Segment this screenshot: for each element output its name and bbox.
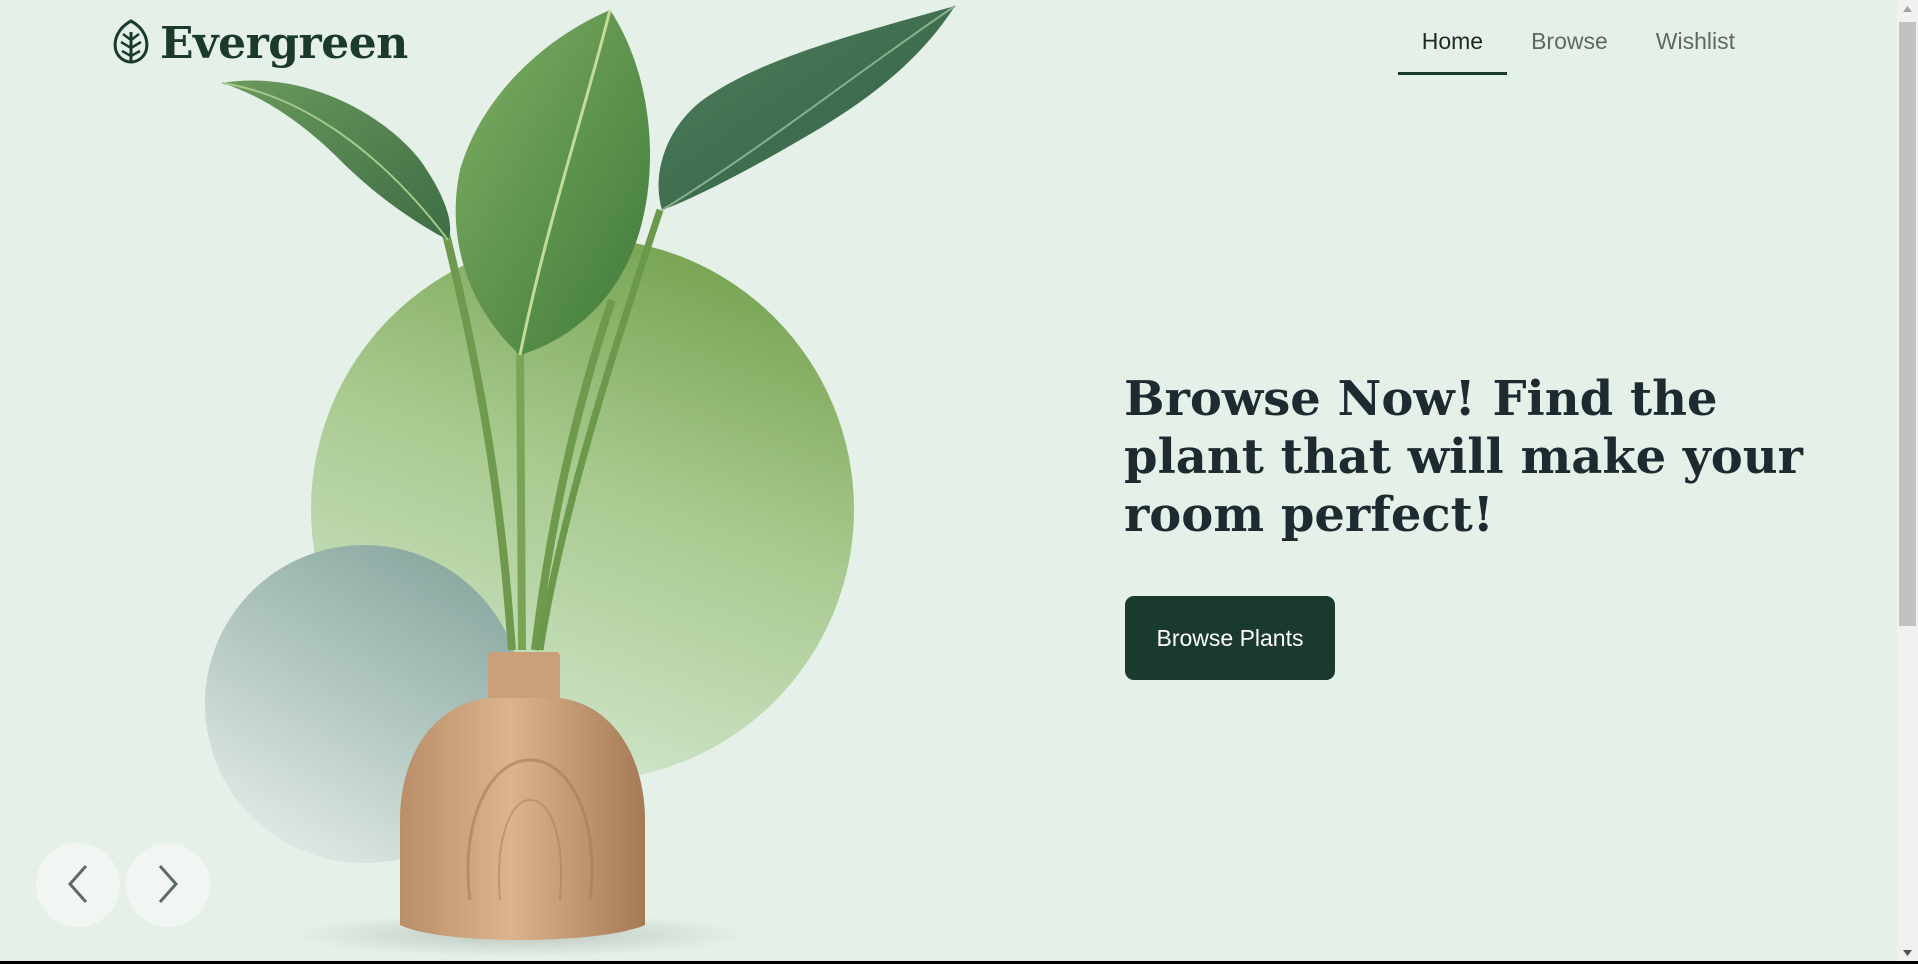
chevron-left-icon — [64, 862, 92, 909]
nav-wishlist[interactable]: Wishlist — [1632, 22, 1759, 75]
plant-image — [221, 5, 956, 957]
page-viewport: Evergreen Home Browse Wishlist Browse No… — [0, 0, 1897, 961]
scroll-up-arrow-icon[interactable] — [1897, 0, 1918, 17]
chevron-right-icon — [154, 862, 182, 909]
vertical-scrollbar[interactable] — [1897, 0, 1918, 961]
carousel-prev-button[interactable] — [36, 843, 120, 927]
nav-home[interactable]: Home — [1397, 22, 1508, 75]
carousel-next-button[interactable] — [126, 843, 210, 927]
browse-plants-button[interactable]: Browse Plants — [1125, 596, 1335, 680]
scrollbar-thumb[interactable] — [1899, 22, 1916, 626]
main-nav: Home Browse Wishlist — [1397, 22, 1759, 75]
scroll-down-arrow-icon[interactable] — [1897, 944, 1918, 961]
hero-title: Browse Now! Find the plant that will mak… — [1124, 371, 1803, 543]
nav-browse[interactable]: Browse — [1507, 22, 1632, 75]
